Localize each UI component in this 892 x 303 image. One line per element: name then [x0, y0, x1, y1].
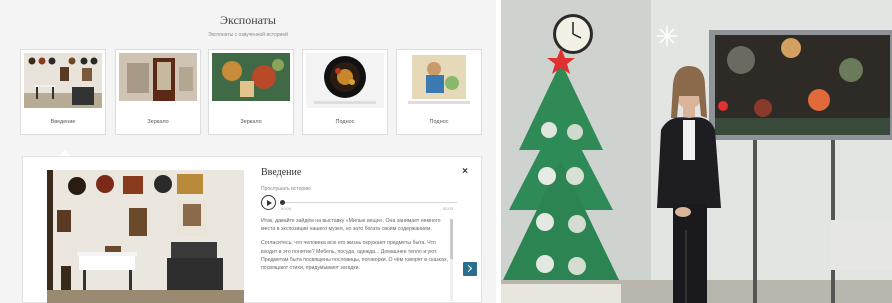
play-button[interactable] [261, 195, 276, 210]
story-paragraph: Согласитесь, что человека всю его жизнь … [261, 240, 448, 272]
exhibit-detail-panel: Введение × Прослушать историю 00:00 02:0… [22, 156, 482, 303]
exhibit-card-intro[interactable]: Введение [20, 49, 106, 135]
exhibit-photo [47, 170, 244, 303]
exhibit-thumbnail [119, 53, 197, 108]
wall-clock [553, 14, 593, 54]
story-scrollbar[interactable] [450, 219, 453, 301]
exhibit-label: Введение [50, 119, 76, 125]
exhibit-card-tray-1[interactable]: Поднос [302, 49, 388, 135]
exhibits-panel: Экспонаты Экспонаты с озвученной историе… [0, 0, 496, 303]
story-text: Итак, давайте зайдём на выставку «Милые … [261, 217, 451, 301]
detail-title: Введение [261, 167, 302, 178]
exhibit-label: Поднос [335, 119, 355, 125]
close-icon[interactable]: × [460, 166, 470, 178]
listen-label: Прослушать историю [261, 186, 311, 192]
audio-time-current: 00:00 [281, 206, 292, 211]
exhibit-card-tray-2[interactable]: Поднос [396, 49, 482, 135]
exhibit-card-mirror-1[interactable]: Зеркало [115, 49, 201, 135]
audio-progress-bar[interactable] [281, 202, 457, 203]
exhibit-card-mirror-2[interactable]: Зеркало [208, 49, 294, 135]
audio-progress-handle[interactable] [280, 200, 285, 205]
exhibit-thumbnail [24, 53, 102, 108]
snowflake-decoration [657, 26, 677, 46]
story-paragraph: Итак, давайте зайдём на выставку «Милые … [261, 218, 441, 233]
audio-time-total: 02:03 [443, 206, 454, 211]
page-title: Экспонаты [220, 13, 276, 27]
exhibit-label: Поднос [429, 119, 449, 125]
exhibit-thumbnail [306, 53, 384, 108]
exhibit-thumbnail [400, 53, 478, 108]
chevron-right-icon [464, 264, 473, 273]
page-subtitle: Экспонаты с озвученной историей [208, 32, 288, 38]
play-icon [267, 199, 272, 206]
exhibit-thumbnail [212, 53, 290, 108]
exhibit-label: Зеркало [147, 119, 169, 125]
next-button[interactable] [463, 262, 477, 276]
presentation-photo [501, 0, 892, 303]
exhibit-label: Зеркало [240, 119, 262, 125]
scrollbar-handle[interactable] [450, 219, 453, 259]
